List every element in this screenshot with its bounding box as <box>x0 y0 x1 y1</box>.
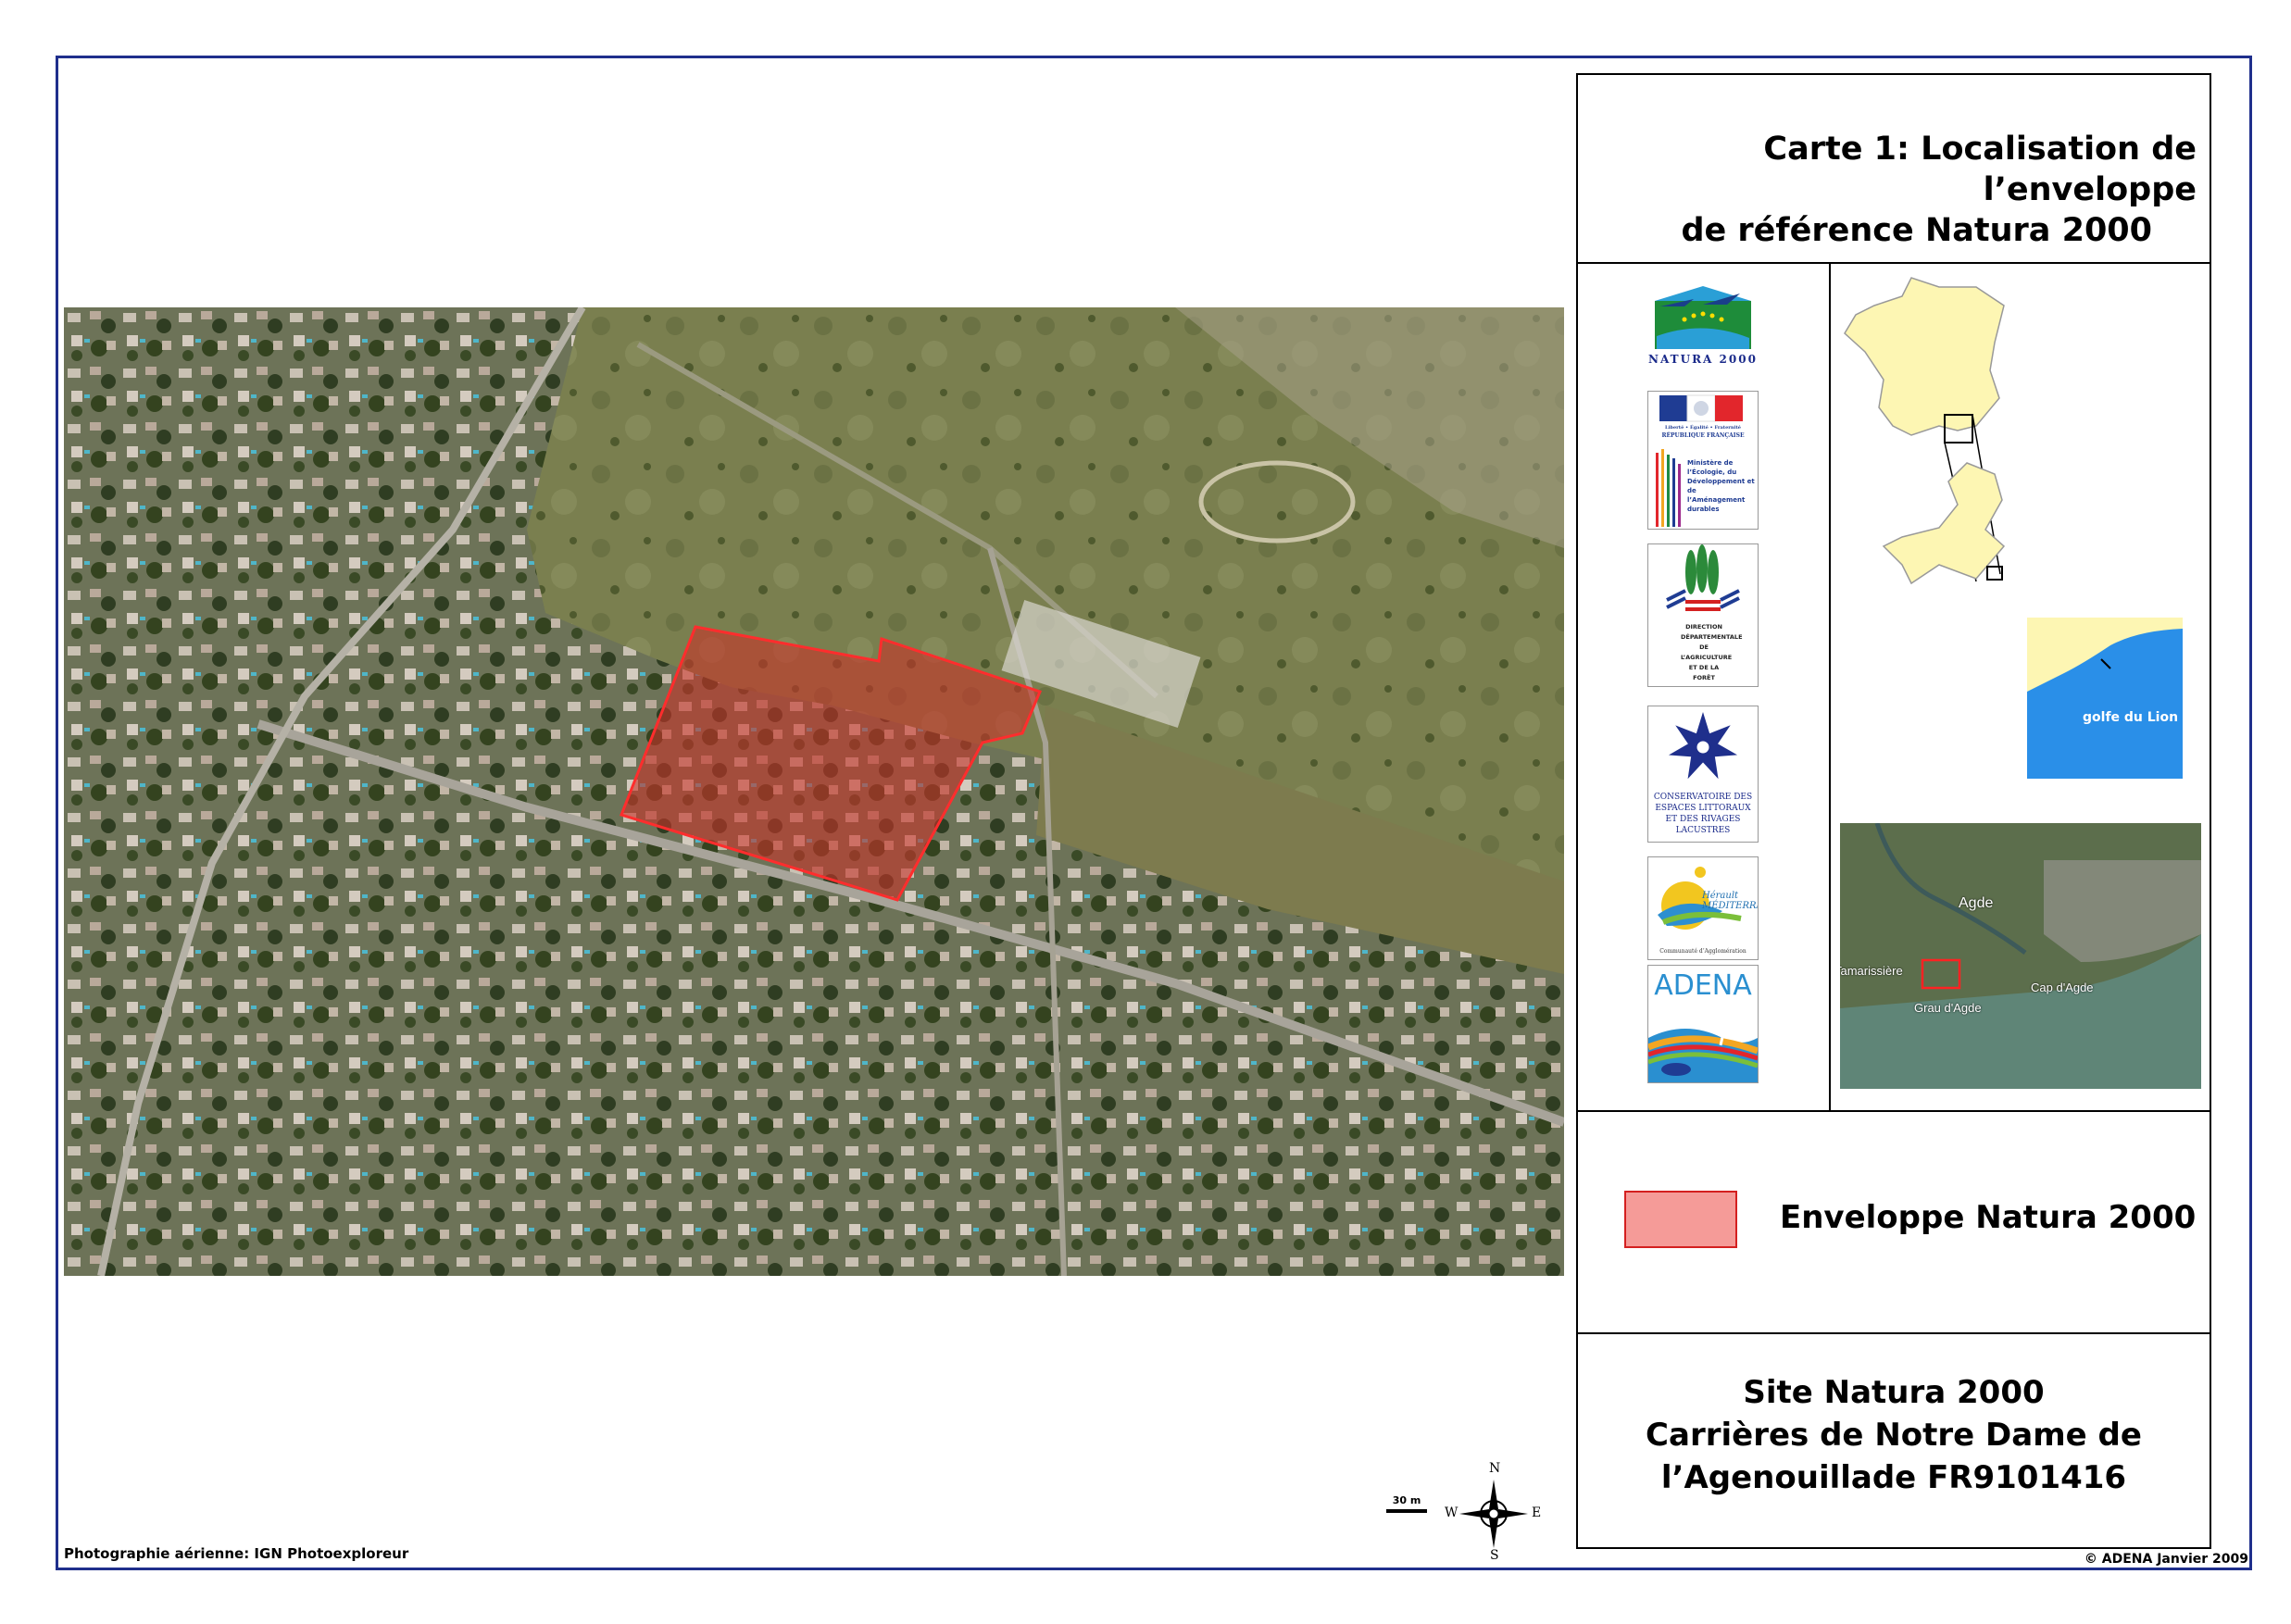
scale-bar: 30 m <box>1386 1494 1427 1513</box>
ministere-text: Ministère de l’Écologie, du Développemen… <box>1687 459 1755 513</box>
map-title-line1: Carte 1: Localisation de l’enveloppe <box>1763 131 2197 208</box>
site-line1: Site Natura 2000 <box>1743 1374 2045 1411</box>
scale-label: 30 m <box>1392 1494 1421 1506</box>
site-name: Site Natura 2000 Carrières de Notre Dame… <box>1578 1371 2210 1499</box>
conservatoire-text: CONSERVATOIRE DES ESPACES LITTORAUX ET D… <box>1653 793 1753 835</box>
label-grau-d-agde: Grau d'Agde <box>1914 1001 1982 1015</box>
compass-n: N <box>1489 1461 1501 1476</box>
france-locator-map <box>1837 269 2022 602</box>
label-cap-d-agde: Cap d'Agde <box>2031 981 2094 994</box>
aerial-photo <box>64 307 1564 1276</box>
divider <box>1829 264 1831 1110</box>
compass-rose-icon: N S E W <box>1443 1461 1545 1565</box>
adena-text: ADENA <box>1654 969 1752 1002</box>
republique-francaise-logo: Liberté • Égalité • Fraternité RÉPUBLIQU… <box>1647 391 1759 530</box>
republique-motto: Liberté • Égalité • Fraternité <box>1665 425 1741 431</box>
republique-text: RÉPUBLIQUE FRANÇAISE <box>1661 432 1745 439</box>
herault-mediterranee-logo: Hérault MÉDITERRANÉE Communauté d’Agglom… <box>1647 856 1759 960</box>
agde-satellite-inset: Agde Tamarissière Grau d'Agde Cap d'Agde <box>1840 823 2201 1089</box>
site-line3: l’Agenouillade FR9101416 <box>1660 1459 2127 1496</box>
compass-e: E <box>1532 1505 1542 1520</box>
label-agde: Agde <box>1959 895 1994 911</box>
map-title-line2: de référence Natura 2000 <box>1681 212 2152 249</box>
golfe-du-lion-label: golfe du Lion <box>2083 710 2179 725</box>
map-title-box: Carte 1: Localisation de l’enveloppe de … <box>1578 75 2210 264</box>
map-title: Carte 1: Localisation de l’enveloppe de … <box>1595 129 2197 251</box>
site-name-box: Site Natura 2000 Carrières de Notre Dame… <box>1578 1334 2210 1547</box>
natura2000-logo-text: NATURA 2000 <box>1648 353 1758 366</box>
ddaf-text: DIRECTION DÉPARTEMENTALE DE L’AGRICULTUR… <box>1681 623 1743 681</box>
legend-label: Enveloppe Natura 2000 <box>1780 1199 2197 1236</box>
natura2000-logo: NATURA 2000 <box>1647 282 1759 370</box>
conservatoire-littoral-logo: CONSERVATOIRE DES ESPACES LITTORAUX ET D… <box>1647 706 1759 843</box>
adena-logo: ADENA <box>1647 965 1759 1083</box>
legend-swatch <box>1624 1191 1737 1248</box>
side-panel: Carte 1: Localisation de l’enveloppe de … <box>1576 73 2211 1549</box>
label-tamarissiere: Tamarissière <box>1840 964 1903 978</box>
copyright: © ADENA Janvier 2009 <box>2084 1552 2248 1567</box>
herault-sub: Communauté d’Agglomération <box>1659 948 1746 955</box>
compass-w: W <box>1445 1505 1458 1520</box>
herault-text: Hérault MÉDITERRANÉE <box>1702 891 1758 911</box>
ddaf-logo: DIRECTION DÉPARTEMENTALE DE L’AGRICULTUR… <box>1647 543 1759 687</box>
legend-box: Enveloppe Natura 2000 <box>1578 1112 2210 1334</box>
photo-credit: Photographie aérienne: IGN Photoexploreu… <box>64 1545 409 1562</box>
logos-and-location-box: NATURA 2000 Liberté • Égalité • Fraterni… <box>1578 264 2210 1112</box>
compass-s: S <box>1490 1548 1499 1563</box>
golfe-du-lion-map: golfe du Lion <box>2027 618 2183 779</box>
site-line2: Carrières de Notre Dame de <box>1646 1417 2142 1454</box>
